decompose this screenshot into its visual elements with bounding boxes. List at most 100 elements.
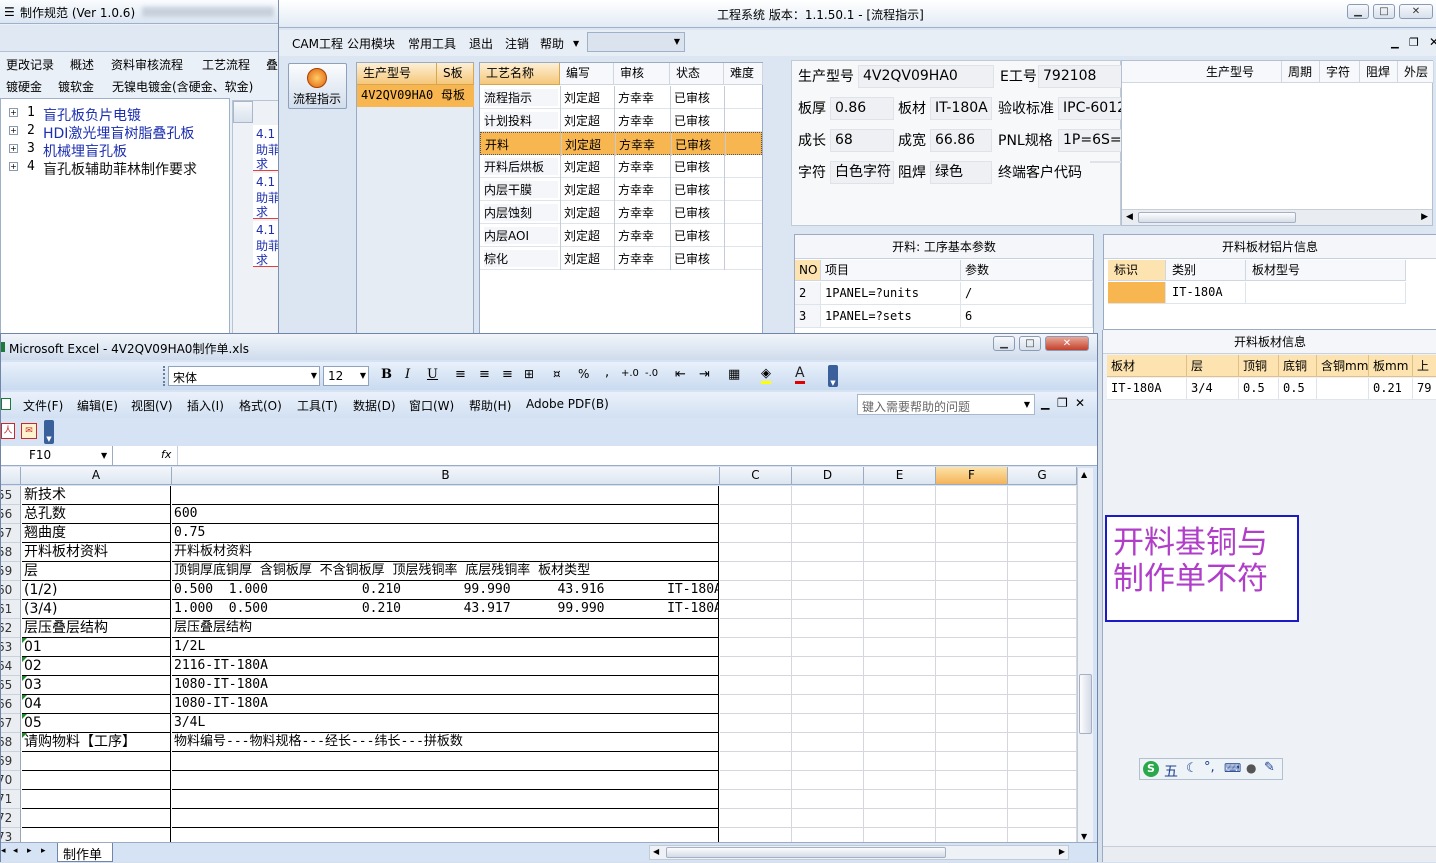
expand-icon[interactable]: + (9, 162, 18, 171)
empty-cell[interactable] (720, 657, 792, 676)
cell-b[interactable] (172, 809, 719, 828)
empty-cell[interactable] (864, 524, 936, 543)
empty-cell[interactable] (1008, 733, 1077, 752)
menu-logout[interactable]: 注销 (505, 33, 529, 55)
empty-cell[interactable] (792, 657, 864, 676)
row-number[interactable]: 70 (1, 771, 21, 790)
history-hscrollbar[interactable]: ◀ ▶ (1122, 209, 1432, 225)
cell-a[interactable]: 05 (22, 714, 171, 733)
tab-review-flow[interactable]: 资料审核流程 (111, 56, 183, 73)
indent-icon[interactable]: ⇥ (699, 367, 710, 382)
empty-cell[interactable] (1008, 505, 1077, 524)
hscroll-thumb[interactable] (666, 847, 946, 858)
cell-b[interactable]: 3/4L (172, 714, 719, 733)
empty-cell[interactable] (936, 714, 1008, 733)
empty-cell[interactable] (720, 752, 792, 771)
empty-cell[interactable] (792, 809, 864, 828)
tab-first-icon[interactable]: ◂ (1, 846, 6, 856)
column-header[interactable]: G (1008, 467, 1077, 484)
bold-icon[interactable]: B (381, 367, 392, 382)
font-color-icon[interactable]: A (795, 365, 805, 384)
empty-cell[interactable] (720, 505, 792, 524)
excel-menu-item[interactable]: 编辑(E) (77, 397, 118, 414)
empty-cell[interactable] (720, 619, 792, 638)
row-number[interactable]: 61 (1, 600, 21, 619)
empty-cell[interactable] (936, 638, 1008, 657)
cell-a[interactable]: 翘曲度 (22, 524, 171, 543)
font-size-select[interactable]: 12 ▼ (323, 366, 369, 386)
empty-cell[interactable] (720, 695, 792, 714)
model-row[interactable]: 4V2QV09HA0 母板 (357, 85, 474, 107)
cell-a[interactable]: 层压叠层结构 (22, 619, 171, 638)
process-row[interactable]: 内层蚀刻 刘定超 方幸幸 已审核 (480, 201, 762, 224)
tab-last-icon[interactable]: ▸ (41, 846, 46, 856)
empty-cell[interactable] (864, 619, 936, 638)
excel-menu-item[interactable]: 视图(V) (131, 397, 173, 414)
flow-indicator-button[interactable]: 流程指示 (288, 63, 347, 109)
cell-b[interactable]: 开料板材资料 (172, 543, 719, 562)
column-header[interactable]: E (864, 467, 936, 484)
empty-cell[interactable] (720, 543, 792, 562)
side-snippet[interactable]: 4.1 助菲求 (253, 221, 279, 267)
scroll-down-icon[interactable]: ▼ (1081, 832, 1087, 841)
sheet-grid[interactable]: 55新技术56总孔数60057翘曲度0.7558开料板材资料开料板材资料59层顶… (1, 486, 1077, 847)
cell-a[interactable]: 开料板材资料 (22, 543, 171, 562)
cell-b[interactable]: 层压叠层结构 (172, 619, 719, 638)
pdf-convert-icon[interactable]: 人 (1, 423, 15, 439)
tab-hard-gold[interactable]: 镀硬金 (6, 78, 42, 95)
board-header-cell[interactable]: 上 (1413, 355, 1436, 377)
tab-change-log[interactable]: 更改记录 (6, 56, 54, 73)
expand-icon[interactable]: + (9, 144, 18, 153)
scroll-right-icon[interactable]: ▶ (1421, 212, 1428, 222)
empty-cell[interactable] (1008, 486, 1077, 505)
empty-cell[interactable] (864, 695, 936, 714)
cell-a[interactable]: 02 (22, 657, 171, 676)
params-header-cell[interactable]: NO (795, 260, 821, 281)
decrease-decimal-icon[interactable]: -.0 (645, 368, 658, 379)
empty-cell[interactable] (720, 486, 792, 505)
excel-maximize-button[interactable]: □ (1019, 336, 1041, 351)
empty-cell[interactable] (1008, 714, 1077, 733)
empty-cell[interactable] (864, 562, 936, 581)
row-number[interactable]: 59 (1, 562, 21, 581)
cell-a[interactable] (22, 790, 171, 809)
formula-input[interactable] (177, 446, 1095, 465)
empty-cell[interactable] (720, 562, 792, 581)
minimize-button[interactable]: ▁ (1347, 4, 1369, 19)
cell-b[interactable]: 0.75 (172, 524, 719, 543)
process-row[interactable]: 开料后烘板 刘定超 方幸幸 已审核 (480, 155, 762, 178)
column-header[interactable]: B (172, 467, 720, 484)
empty-cell[interactable] (864, 733, 936, 752)
menu-combo[interactable]: ▼ (587, 32, 685, 52)
history-header-cell[interactable]: 字符 (1320, 61, 1360, 83)
empty-cell[interactable] (1008, 619, 1077, 638)
pdf-toolbar-options-icon[interactable]: ▼ (44, 420, 54, 444)
empty-cell[interactable] (720, 600, 792, 619)
percent-icon[interactable]: % (578, 367, 589, 381)
cell-b[interactable]: 物料编号---物料规格---经长---纬长---拼板数 (172, 733, 719, 752)
empty-cell[interactable] (936, 790, 1008, 809)
aluminum-header-cell[interactable]: 板材型号 (1246, 260, 1406, 281)
excel-minimize-button[interactable]: ▁ (993, 336, 1015, 351)
empty-cell[interactable] (720, 638, 792, 657)
empty-cell[interactable] (792, 524, 864, 543)
excel-menu-item[interactable]: 文件(F) (23, 397, 63, 414)
empty-cell[interactable] (936, 543, 1008, 562)
empty-cell[interactable] (1008, 771, 1077, 790)
column-header[interactable]: F (936, 467, 1008, 484)
excel-menu-item[interactable]: 窗口(W) (409, 397, 454, 414)
empty-cell[interactable] (864, 543, 936, 562)
empty-cell[interactable] (792, 790, 864, 809)
empty-cell[interactable] (936, 809, 1008, 828)
cell-b[interactable]: 顶铜厚底铜厚 含铜板厚 不含铜板厚 顶层残铜率 底层残铜率 板材类型 (172, 562, 719, 581)
empty-cell[interactable] (864, 752, 936, 771)
cell-b[interactable] (172, 486, 719, 505)
column-header[interactable]: A (21, 467, 172, 484)
empty-cell[interactable] (792, 505, 864, 524)
cell-a[interactable]: 请购物料【工序】 (22, 733, 171, 752)
cell-a[interactable]: 01 (22, 638, 171, 657)
empty-cell[interactable] (936, 619, 1008, 638)
empty-cell[interactable] (1008, 790, 1077, 809)
mdi-close-icon[interactable]: ✕ (1429, 35, 1436, 49)
process-row[interactable]: 内层干膜 刘定超 方幸幸 已审核 (480, 178, 762, 201)
